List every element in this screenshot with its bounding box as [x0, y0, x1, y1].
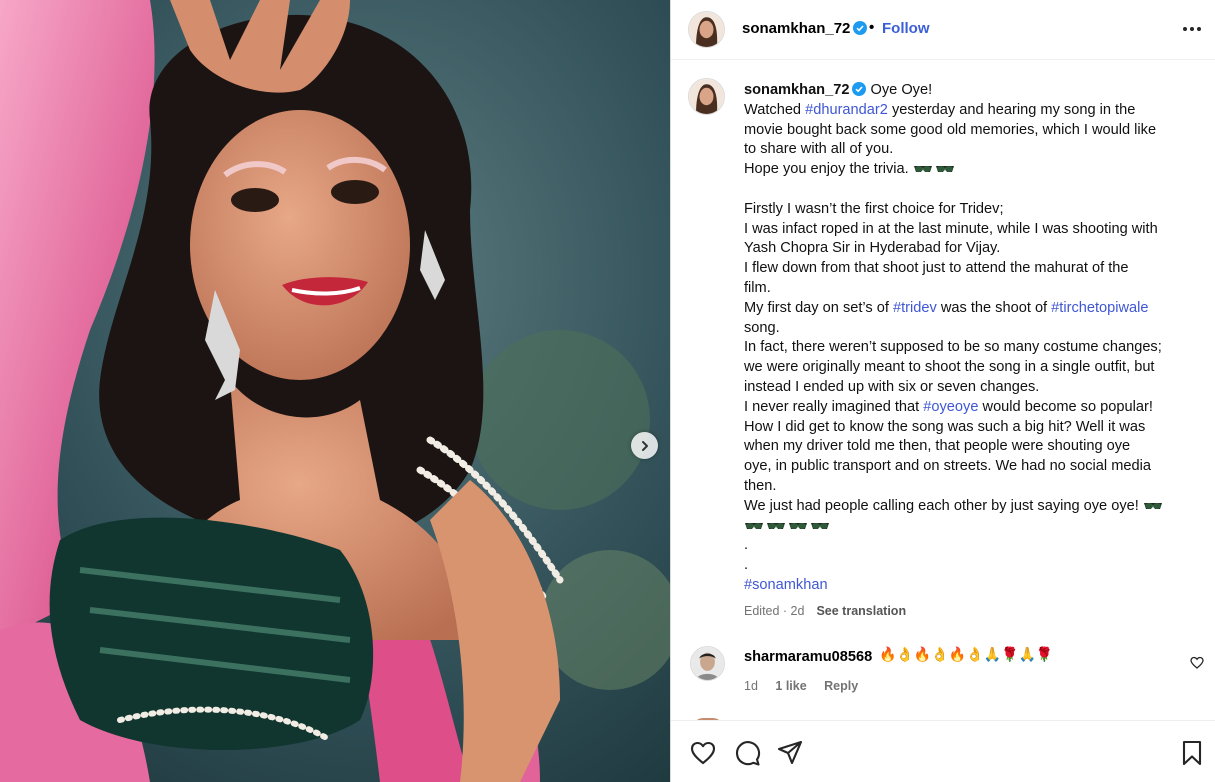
post-details-panel: sonamkhan_72 • Follow sonamkhan_72 Oye O… [670, 0, 1215, 782]
separator-dot: • [869, 19, 875, 36]
sunglasses-emoji [935, 166, 954, 173]
edited-timestamp: Edited · 2d [744, 604, 805, 618]
caption-line: . [744, 537, 749, 554]
sunglasses-emoji [767, 522, 785, 529]
username-text: sonamkhan_72 [742, 20, 851, 37]
heart-icon[interactable] [689, 739, 717, 767]
caption-text: sonamkhan_72 Oye Oye! Watched #dhurandar… [744, 81, 1192, 596]
hashtag-dhurandar2[interactable]: #dhurandar2 [805, 102, 888, 118]
hashtag-oyeoye[interactable]: #oyeoye [923, 399, 978, 415]
sunglasses-emoji [811, 522, 829, 529]
bookmark-icon[interactable] [1178, 739, 1206, 767]
like-comment-heart-icon[interactable] [1190, 656, 1204, 670]
chevron-right-icon [641, 440, 648, 451]
caption-username[interactable]: sonamkhan_72 [744, 82, 849, 98]
caption-line: I was infact roped in at the last minute… [744, 220, 1158, 237]
comment-likes[interactable]: 1 like [775, 679, 806, 693]
caption-line: In fact, there weren’t supposed to be so… [744, 339, 1162, 356]
caption-line: to share with all of you. [744, 141, 894, 158]
caption-line: I never really imagined that [744, 398, 924, 415]
hashtag-tirchetopiwale[interactable]: #tirchetopiwale [1051, 300, 1148, 316]
reply-button[interactable]: Reply [824, 679, 858, 693]
next-media-button[interactable] [631, 432, 658, 459]
caption-line: Firstly I wasn’t the first choice for Tr… [744, 200, 1004, 217]
caption-first-line: Oye Oye! [870, 82, 933, 98]
caption-line: My first day on set’s of [744, 299, 893, 316]
see-translation-link[interactable]: See translation [816, 604, 906, 618]
avatar-image [691, 647, 724, 680]
commenter-username[interactable]: sharmaramu08568 [744, 649, 872, 665]
caption-line: How I did get to know the song was such … [744, 418, 1146, 435]
avatar-image [689, 79, 724, 114]
caption-line: song. [744, 319, 780, 336]
post-action-bar [671, 720, 1215, 782]
author-avatar[interactable] [688, 11, 725, 48]
comment-meta: 1d 1 like Reply [744, 679, 872, 693]
caption-line: then. [744, 477, 777, 494]
comment-text: 🔥👌🔥👌🔥👌🙏🌹🙏🌹 [879, 646, 1054, 662]
verified-badge-icon [852, 82, 867, 96]
sunglasses-emoji [1143, 502, 1162, 509]
caption-line: . [744, 557, 749, 574]
caption-line: we were originally meant to shoot the so… [744, 359, 1155, 376]
comment-icon[interactable] [733, 739, 761, 767]
post-media[interactable] [0, 0, 670, 782]
caption-line: when my driver told me then, that people… [744, 438, 1131, 455]
sunglasses-emoji [913, 166, 932, 173]
more-options-icon[interactable] [1180, 19, 1204, 39]
caption-line: We just had people calling each other by… [744, 497, 1139, 514]
caption-line: I flew down from that shoot just to atte… [744, 260, 1129, 277]
share-icon[interactable] [776, 739, 804, 767]
sunglasses-emoji [745, 522, 763, 529]
caption-line: movie bought back some good old memories… [744, 121, 1157, 138]
caption-author-avatar[interactable] [688, 78, 725, 115]
commenter-avatar[interactable] [690, 646, 725, 681]
hashtag-tridev[interactable]: #tridev [893, 300, 937, 316]
comment-age: 1d [744, 679, 758, 693]
author-username[interactable]: sonamkhan_72 [742, 20, 868, 37]
caption-line: Yash Chopra Sir in Hyderabad for Vijay. [744, 240, 1001, 257]
caption-line: oye, in public transport and on streets.… [744, 458, 1151, 475]
follow-button[interactable]: Follow [882, 20, 930, 37]
verified-badge-icon [853, 21, 868, 35]
caption-line: Hope you enjoy the trivia. [744, 161, 909, 178]
hashtag-sonamkhan[interactable]: #sonamkhan [744, 577, 828, 593]
post-photo [0, 0, 670, 782]
avatar-image [689, 12, 724, 47]
comments-scroll-area[interactable]: sonamkhan_72 Oye Oye! Watched #dhurandar… [671, 61, 1215, 720]
caption-line: Watched [744, 101, 806, 118]
post-header: sonamkhan_72 • Follow [671, 0, 1215, 60]
sunglasses-emoji [789, 522, 807, 529]
caption-meta: Edited · 2d See translation [744, 604, 906, 618]
caption-line: film. [744, 279, 771, 296]
caption-line: would become so popular! [978, 398, 1153, 415]
caption-line: instead I ended up with six or seven cha… [744, 378, 1040, 395]
caption-line: yesterday and hearing my song in the [887, 101, 1136, 118]
caption-line: was the shoot of [936, 299, 1052, 316]
